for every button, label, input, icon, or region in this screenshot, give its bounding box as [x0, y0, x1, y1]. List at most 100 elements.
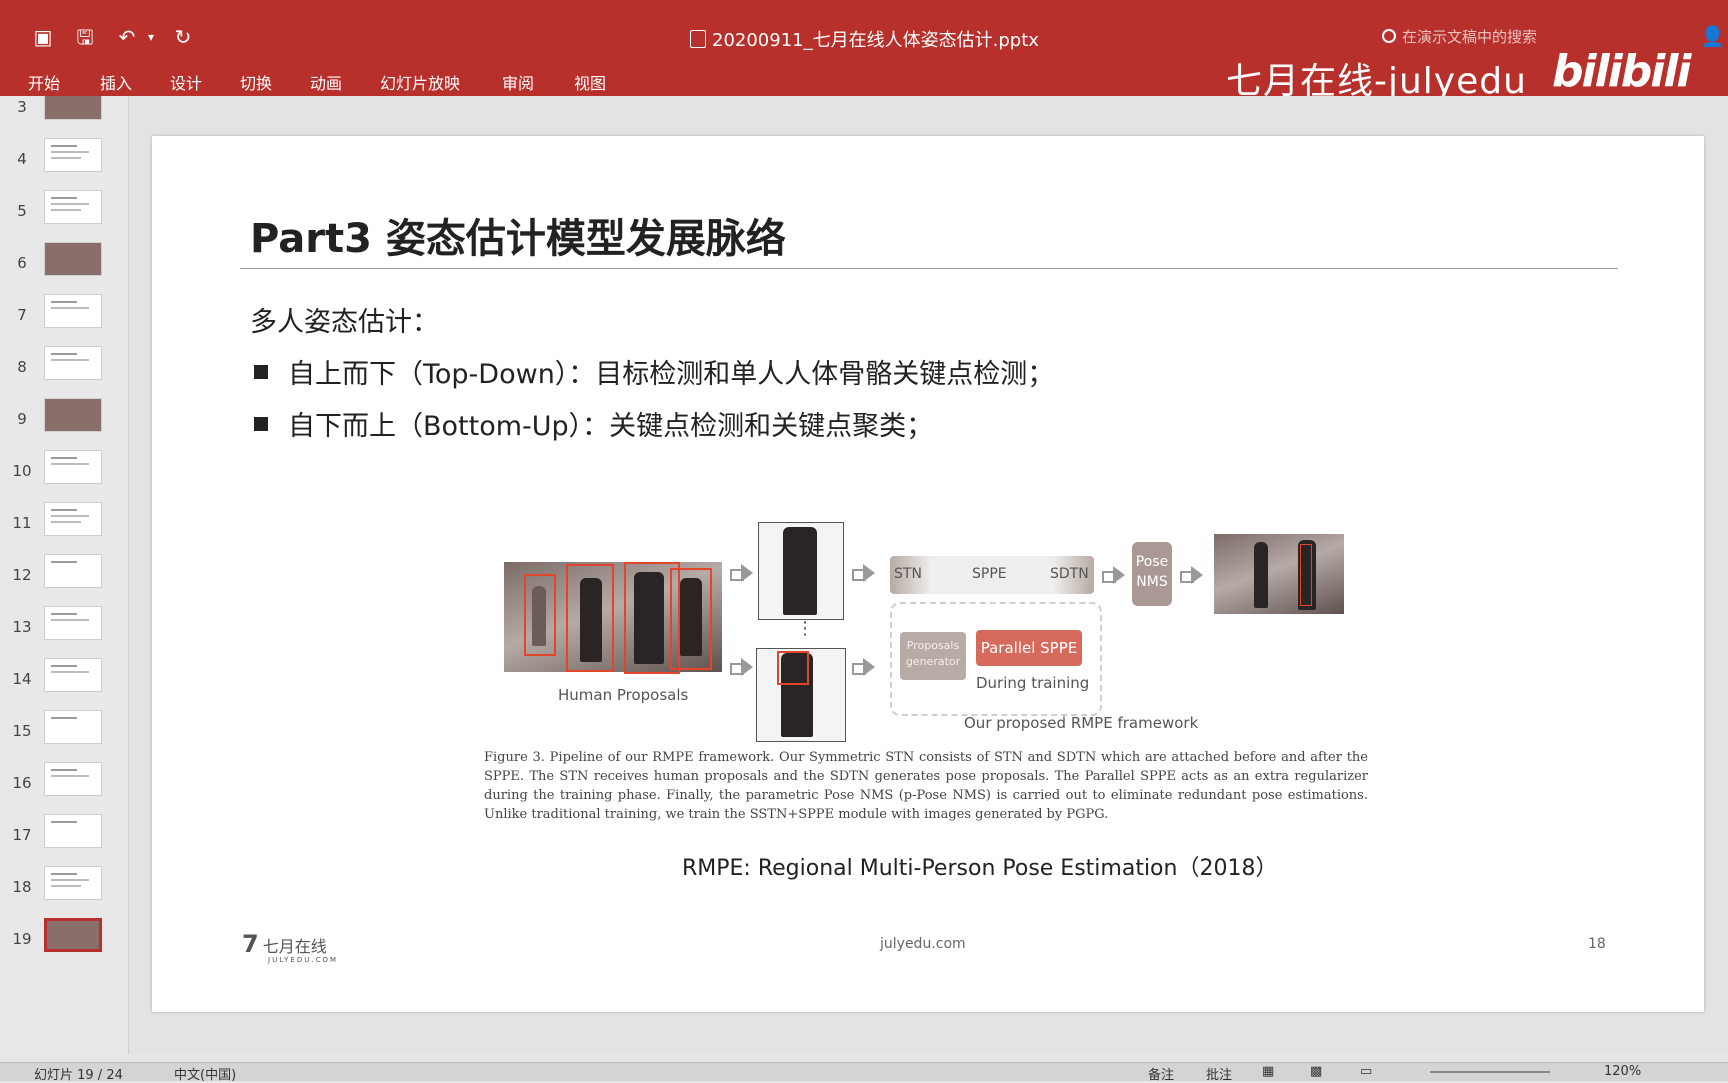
thumbnail-slide-4[interactable]: 4	[0, 138, 128, 188]
thumbnail-slide-8[interactable]: 8	[0, 346, 128, 396]
tab-insert[interactable]: 插入	[100, 70, 132, 94]
pose-output-photo	[1214, 534, 1344, 614]
tab-transitions[interactable]: 切换	[240, 70, 272, 94]
slide-thumbnail-panel: 3 4 5 6 7 8 9 10 11 12 13 14 15 16 17 18…	[0, 96, 129, 1054]
figure-caption: Figure 3. Pipeline of our RMPE framework…	[484, 750, 1368, 822]
arrow-icon	[730, 564, 754, 582]
thumbnail-slide-13[interactable]: 13	[0, 606, 128, 656]
title-bar: ▣ 🖫 ↶ ▾ ↻ 20200911_七月在线人体姿态估计.pptx 在演示文稿…	[0, 0, 1728, 102]
tab-review[interactable]: 审阅	[502, 70, 534, 94]
thumbnail-slide-17[interactable]: 17	[0, 814, 128, 864]
person-silhouette	[1254, 542, 1268, 608]
sdtn-label: SDTN	[1050, 566, 1089, 582]
sstn-sppe-bar: STN SPPE SDTN	[890, 556, 1094, 594]
sppe-label: SPPE	[972, 566, 1007, 582]
thumbnail-image	[44, 96, 102, 120]
sidebar-toggle-icon[interactable]: ▣	[30, 24, 56, 50]
thumbnail-image	[44, 866, 102, 900]
undo-icon[interactable]: ↶	[114, 24, 140, 50]
thumbnail-image	[44, 346, 102, 380]
search-icon	[1382, 29, 1396, 43]
skeleton-overlay	[1300, 544, 1312, 606]
arrow-icon	[1180, 566, 1204, 584]
thumbnail-image	[44, 242, 102, 276]
bullet-square-icon	[254, 365, 268, 379]
training-box: Proposals generator Parallel SPPE During…	[890, 602, 1102, 716]
undo-dropdown-icon[interactable]: ▾	[138, 24, 164, 50]
title-divider	[240, 268, 1618, 269]
slide-title: Part3 姿态估计模型发展脉络	[250, 216, 786, 262]
bullet-bottom-up: 自下而上（Bottom-Up）：关键点检测和关键点聚类；	[254, 404, 933, 443]
thumbnail-slide-6[interactable]: 6	[0, 242, 128, 292]
thumbnail-slide-3[interactable]: 3	[0, 96, 128, 136]
tab-slideshow[interactable]: 幻灯片放映	[380, 70, 460, 94]
thumbnail-image	[44, 606, 102, 640]
thumbnail-image	[44, 138, 102, 172]
comments-button[interactable]: 批注	[1206, 1064, 1232, 1083]
arrow-icon	[730, 658, 754, 676]
during-training-label: During training	[976, 674, 1090, 692]
thumbnail-image	[44, 710, 102, 744]
human-proposals-label: Human Proposals	[558, 686, 689, 704]
thumbnail-slide-18[interactable]: 18	[0, 866, 128, 916]
thumbnail-image	[44, 502, 102, 536]
proposal-box	[777, 651, 809, 685]
sorter-view-icon[interactable]: ▩	[1310, 1064, 1322, 1079]
thumbnail-image	[44, 450, 102, 484]
thumbnail-image	[44, 918, 102, 952]
thumbnail-slide-11[interactable]: 11	[0, 502, 128, 552]
crop-top	[758, 522, 844, 620]
notes-button[interactable]: 备注	[1148, 1064, 1174, 1083]
stn-label: STN	[894, 566, 922, 582]
thumbnail-image	[44, 294, 102, 328]
thumbnail-image	[44, 190, 102, 224]
thumbnail-image	[44, 814, 102, 848]
thumbnail-slide-16[interactable]: 16	[0, 762, 128, 812]
logo-mark-icon: 7	[242, 930, 259, 958]
thumbnail-image	[44, 658, 102, 692]
thumbnail-image	[44, 398, 102, 432]
zoom-slider[interactable]	[1430, 1071, 1550, 1073]
crop-bottom	[756, 648, 846, 742]
status-bar: 幻灯片 19 / 24 中文(中国) 备注 批注 ▦ ▩ ▭ 120%	[0, 1062, 1728, 1083]
thumbnail-slide-10[interactable]: 10	[0, 450, 128, 500]
redo-icon[interactable]: ↻	[170, 24, 196, 50]
file-icon	[690, 30, 706, 48]
page-number: 18	[1588, 936, 1606, 952]
proposal-box	[566, 564, 614, 672]
footer-logo: 7 七月在线 JULYEDU.COM	[242, 930, 339, 964]
language-indicator[interactable]: 中文(中国)	[174, 1064, 236, 1083]
thumbnail-slide-19[interactable]: 19	[0, 918, 128, 968]
thumbnail-slide-7[interactable]: 7	[0, 294, 128, 344]
normal-view-icon[interactable]: ▦	[1262, 1064, 1274, 1079]
thumbnail-slide-9[interactable]: 9	[0, 398, 128, 448]
arrow-icon	[1102, 566, 1126, 584]
share-user-icon[interactable]: 👤	[1700, 24, 1725, 48]
pose-nms-box: Pose NMS	[1132, 542, 1172, 606]
slide-subheading: 多人姿态估计：	[250, 307, 439, 338]
rmpe-figure[interactable]: Human Proposals ⋮ STN SPPE SDTN Proposal…	[500, 518, 1370, 742]
document-title: 20200911_七月在线人体姿态估计.pptx	[690, 26, 1039, 52]
bullet-top-down: 自上而下（Top-Down）：目标检测和单人人体骨骼关键点检测；	[254, 352, 1054, 391]
tab-design[interactable]: 设计	[170, 70, 202, 94]
reading-view-icon[interactable]: ▭	[1360, 1064, 1372, 1079]
thumbnail-image	[44, 554, 102, 588]
tab-animations[interactable]: 动画	[310, 70, 342, 94]
thumbnail-slide-15[interactable]: 15	[0, 710, 128, 760]
tab-view[interactable]: 视图	[574, 70, 606, 94]
citation: RMPE: Regional Multi-Person Pose Estimat…	[682, 856, 1278, 881]
thumbnail-slide-14[interactable]: 14	[0, 658, 128, 708]
proposal-box	[670, 568, 712, 670]
zoom-level[interactable]: 120%	[1604, 1064, 1641, 1079]
tab-home[interactable]: 开始	[28, 70, 60, 94]
thumbnail-slide-5[interactable]: 5	[0, 190, 128, 240]
arrow-icon	[852, 564, 876, 582]
proposals-generator-box: Proposals generator	[900, 632, 966, 680]
bullet-square-icon	[254, 417, 268, 431]
thumbnail-image	[44, 762, 102, 796]
proposals-photo	[504, 562, 722, 674]
framework-label: Our proposed RMPE framework	[964, 714, 1199, 732]
slide-counter: 幻灯片 19 / 24	[34, 1068, 123, 1083]
thumbnail-slide-12[interactable]: 12	[0, 554, 128, 604]
save-icon[interactable]: 🖫	[72, 24, 98, 50]
